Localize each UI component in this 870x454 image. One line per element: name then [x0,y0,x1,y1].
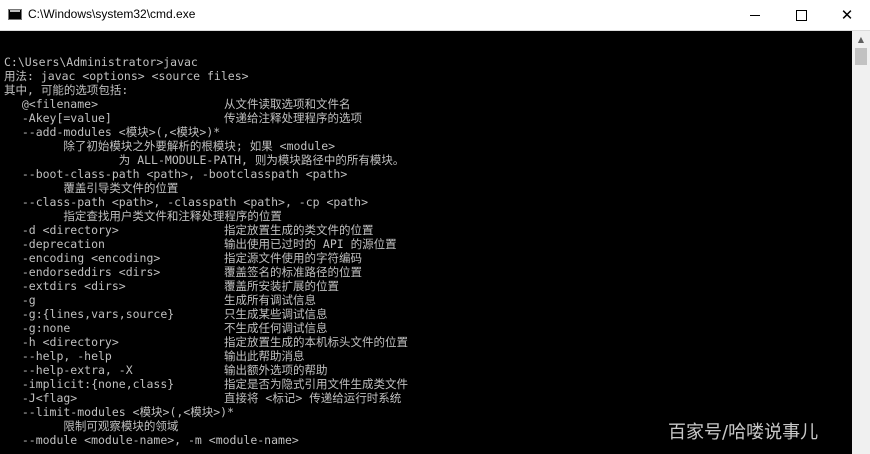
vertical-scrollbar[interactable]: ▲ [852,31,870,454]
intro-line: 其中, 可能的选项包括: [4,83,129,97]
console-prompt: C:\Users\Administrator>javac [4,55,198,69]
option-description: 输出额外选项的帮助 [224,363,328,377]
option-flag: 指定查找用户类文件和注释处理程序的位置 [8,209,282,223]
option-description: 直接将 <标记> 传递给运行时系统 [224,391,402,405]
option-description: 输出使用已过时的 API 的源位置 [224,237,397,251]
option-flag: -J<flag> [8,391,78,405]
option-flag: 为 ALL-MODULE-PATH, 则为模块路径中的所有模块。 [8,153,405,167]
option-description: 指定源文件使用的字符编码 [224,251,362,265]
window-title: C:\Windows\system32\cmd.exe [28,7,196,21]
option-flag: 限制可观察模块的领域 [8,419,179,433]
scroll-thumb[interactable] [855,48,867,65]
option-flag: --boot-class-path <path>, -bootclasspath… [8,167,348,181]
option-flag: -endorseddirs <dirs> [8,265,161,279]
cmd-icon [8,9,22,20]
option-flag: @<filename> [8,97,99,111]
console-output[interactable]: C:\Users\Administrator>javac 用法: javac <… [0,31,852,454]
option-description: 指定放置生成的本机标头文件的位置 [224,335,408,349]
option-description: 指定是否为隐式引用文件生成类文件 [224,377,408,391]
option-description: 输出此帮助消息 [224,349,305,363]
option-flag: 覆盖引导类文件的位置 [8,181,179,195]
option-description: 生成所有调试信息 [224,293,316,307]
title-bar[interactable]: C:\Windows\system32\cmd.exe ✕ [0,0,870,31]
option-flag: --add-modules <模块>(,<模块>)* [8,125,221,139]
option-description: 只生成某些调试信息 [224,307,328,321]
option-flag: --limit-modules <模块>(,<模块>)* [8,405,235,419]
option-description: 覆盖所安装扩展的位置 [224,279,339,293]
option-description: 从文件读取选项和文件名 [224,97,351,111]
option-flag: -Akey[=value] [8,111,112,125]
option-flag: -deprecation [8,237,105,251]
watermark-text: 百家号/哈喽说事儿 [668,422,819,443]
option-flag: -encoding <encoding> [8,251,161,265]
option-description: 覆盖签名的标准路径的位置 [224,265,362,279]
option-description: 传递给注释处理程序的选项 [224,111,362,125]
option-flag: -implicit:{none,class} [8,377,175,391]
option-flag: -g:{lines,vars,source} [8,307,175,321]
option-flag: -extdirs <dirs> [8,279,126,293]
option-flag: --class-path <path>, -classpath <path>, … [8,195,369,209]
close-button[interactable]: ✕ [824,0,870,30]
usage-line: 用法: javac <options> <source files> [4,69,249,83]
option-flag: --help, -help [8,349,112,363]
option-flag: -g:none [8,321,71,335]
option-flag: 除了初始模块之外要解析的根模块; 如果 <module> [8,139,336,153]
option-flag: -g [8,293,36,307]
option-flag: -h <directory> [8,335,119,349]
option-description: 不生成任何调试信息 [224,321,328,335]
option-flag: --module <module-name>, -m <module-name> [8,433,299,447]
maximize-button[interactable] [778,0,824,30]
maximize-icon [795,9,807,21]
minimize-button[interactable] [732,0,778,30]
option-description: 指定放置生成的类文件的位置 [224,223,374,237]
scroll-up-icon[interactable]: ▲ [852,31,870,48]
option-flag: -d <directory> [8,223,119,237]
minimize-icon [750,14,760,16]
option-flag: --help-extra, -X [8,363,133,377]
close-icon: ✕ [840,5,854,24]
